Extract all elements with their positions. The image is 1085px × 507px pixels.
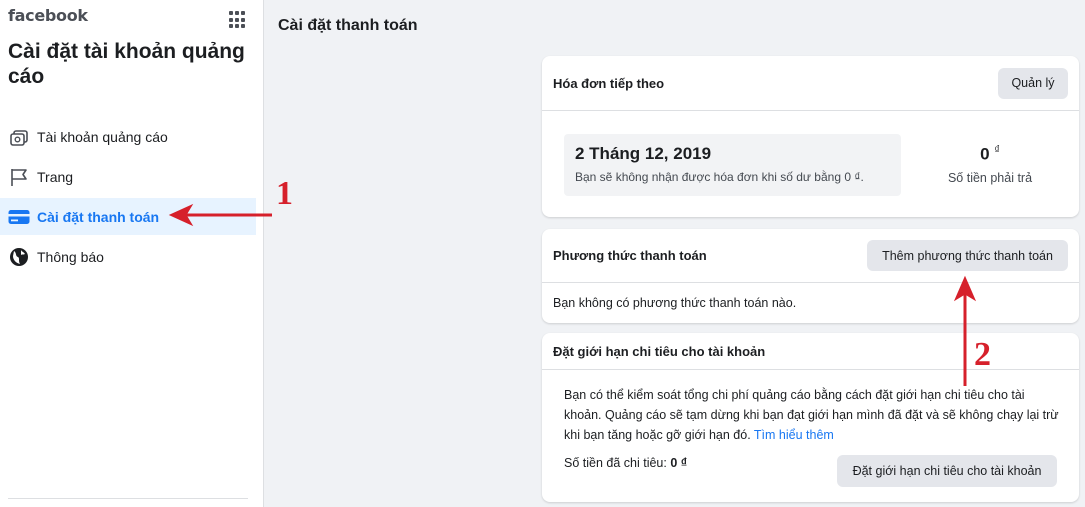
annotation-step-2: 2	[974, 336, 991, 373]
next-invoice-heading: Hóa đơn tiếp theo	[553, 75, 665, 91]
amount-due: 0 ₫ Số tiền phải trả	[909, 144, 1071, 185]
spent-value: 0 ₫	[670, 456, 688, 470]
sidebar-item-ad-account[interactable]: Tài khoản quảng cáo	[0, 118, 256, 155]
sidebar: facebook Cài đặt tài khoản quảng cáo Tài…	[0, 0, 264, 507]
apps-grid-icon[interactable]	[229, 11, 247, 29]
manage-button[interactable]: Quản lý	[998, 67, 1068, 99]
invoice-summary: 2 Tháng 12, 2019 Bạn sẽ không nhận được …	[564, 134, 901, 196]
sidebar-item-label: Cài đặt thanh toán	[37, 208, 160, 225]
card-header: Phương thức thanh toán Thêm phương thức …	[542, 229, 1079, 283]
invoice-note: Bạn sẽ không nhận được hóa đơn khi số dư…	[575, 170, 864, 184]
sidebar-item-pages[interactable]: Trang	[0, 158, 256, 195]
payment-methods-card: Phương thức thanh toán Thêm phương thức …	[542, 229, 1079, 323]
learn-more-link[interactable]: Tìm hiểu thêm	[754, 428, 834, 442]
card-header: Đặt giới hạn chi tiêu cho tài khoản	[542, 333, 1079, 370]
spent-label: Số tiền đã chi tiêu:	[564, 456, 667, 470]
credit-card-icon	[8, 207, 30, 227]
sidebar-title: Cài đặt tài khoản quảng cáo	[8, 40, 245, 88]
sidebar-item-label: Tài khoản quảng cáo	[37, 128, 168, 145]
sidebar-nav: Tài khoản quảng cáo Trang Cài đặt thanh …	[0, 118, 256, 278]
payment-methods-heading: Phương thức thanh toán	[553, 248, 707, 263]
ad-account-icon	[8, 127, 30, 147]
sidebar-item-label: Thông báo	[37, 248, 104, 265]
spending-limit-card: Đặt giới hạn chi tiêu cho tài khoản Bạn …	[542, 333, 1079, 502]
annotation-step-1: 1	[276, 175, 293, 212]
amount-label: Số tiền phải trả	[947, 170, 1033, 185]
flag-icon	[8, 167, 30, 187]
sidebar-item-label: Trang	[37, 168, 74, 185]
spending-limit-heading: Đặt giới hạn chi tiêu cho tài khoản	[553, 343, 766, 359]
card-header: Hóa đơn tiếp theo Quản lý	[542, 56, 1079, 111]
set-spending-limit-button[interactable]: Đặt giới hạn chi tiêu cho tài khoản	[837, 455, 1057, 487]
next-invoice-card: Hóa đơn tiếp theo Quản lý 2 Tháng 12, 20…	[542, 56, 1079, 217]
globe-icon	[8, 247, 30, 267]
sidebar-item-payment-settings[interactable]: Cài đặt thanh toán	[0, 198, 256, 235]
sidebar-divider	[8, 498, 248, 499]
currency-symbol: ₫	[994, 144, 1000, 156]
amount-value: 0	[980, 144, 990, 164]
amount-spent: Số tiền đã chi tiêu: 0 ₫	[564, 456, 687, 470]
add-payment-method-button[interactable]: Thêm phương thức thanh toán	[867, 240, 1068, 271]
facebook-logo[interactable]: facebook	[8, 6, 88, 25]
spending-limit-description: Bạn có thể kiểm soát tổng chi phí quảng …	[564, 388, 1059, 442]
sidebar-item-notifications[interactable]: Thông báo	[0, 238, 256, 275]
invoice-date: 2 Tháng 12, 2019	[575, 144, 712, 163]
page-title: Cài đặt thanh toán	[278, 17, 418, 34]
payment-methods-empty: Bạn không có phương thức thanh toán nào.	[553, 296, 797, 310]
